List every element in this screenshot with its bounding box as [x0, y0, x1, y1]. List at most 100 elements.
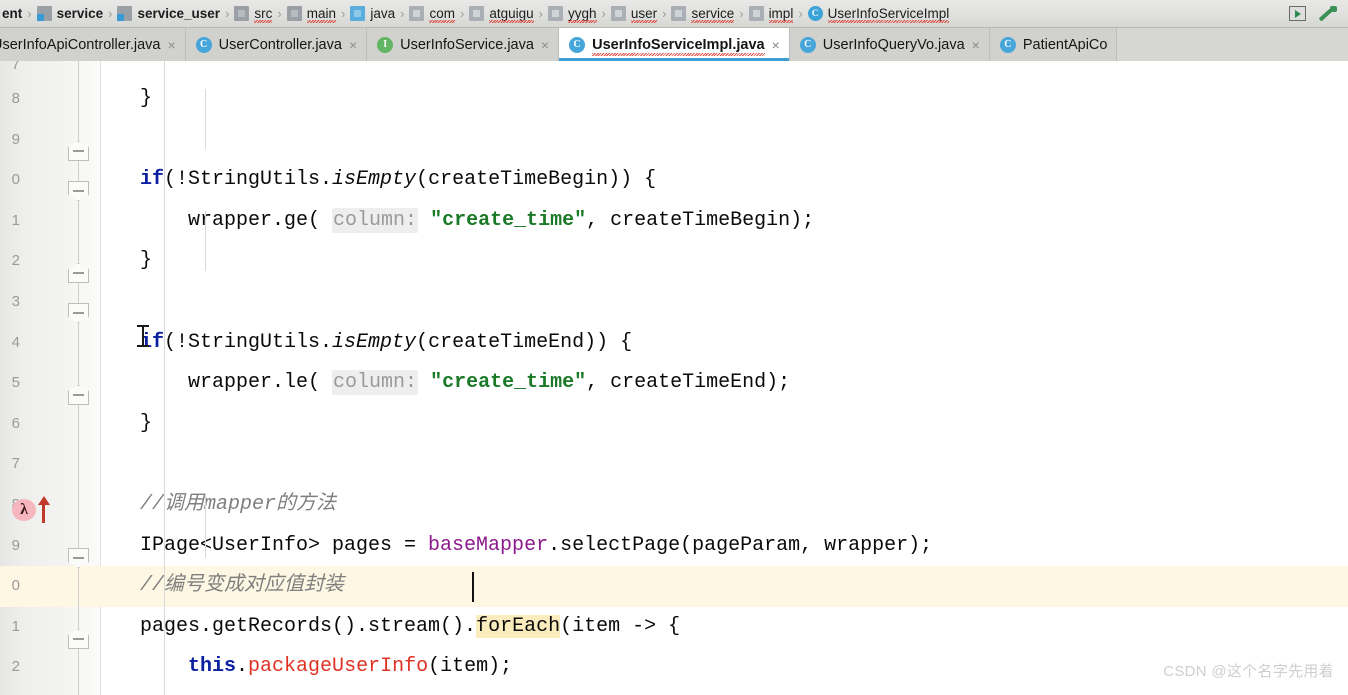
- code-line[interactable]: 5 wrapper.le( column: "create_time", cre…: [0, 363, 1348, 404]
- breadcrumb-item-service[interactable]: service: [669, 0, 736, 27]
- breadcrumb-item-user[interactable]: user: [609, 0, 659, 27]
- package-icon: [671, 6, 687, 21]
- idea-editor-window: ent › service › service_user › src › main › java › c…: [0, 0, 1348, 695]
- breadcrumb-separator: ›: [225, 6, 230, 21]
- code-line[interactable]: 7 wrapper.eq( column: "auth_status", aut…: [0, 61, 1348, 79]
- line-number: 0: [11, 577, 20, 595]
- breadcrumb-item-label: service: [56, 6, 104, 21]
- line-number: 2: [11, 658, 20, 676]
- line-number: 3: [0, 688, 20, 695]
- class-icon: C: [807, 6, 823, 21]
- editor-tab-userinfoqueryvo[interactable]: C UserInfoQueryVo.java ×: [789, 28, 990, 61]
- code-line[interactable]: 3});: [0, 688, 1348, 695]
- line-number: 7: [11, 61, 20, 73]
- breadcrumb-item-com[interactable]: com: [407, 0, 457, 27]
- editor-tab-label: UserInfoQueryVo.java: [822, 36, 965, 53]
- editor-tab-userinfoapicontroller[interactable]: UserInfoApiController.java ×: [0, 28, 186, 61]
- fold-toggle-icon[interactable]: [68, 303, 89, 323]
- breadcrumb: ent › service › service_user › src › main › java › c…: [0, 0, 1348, 28]
- code-line[interactable]: 9: [0, 120, 1348, 161]
- code-line[interactable]: 8}: [0, 79, 1348, 120]
- line-number: 8: [11, 90, 20, 107]
- code-line[interactable]: 0 //编号变成对应值封装: [0, 566, 1348, 607]
- close-icon[interactable]: ×: [772, 38, 780, 52]
- code-line[interactable]: 0 if(!StringUtils.isEmpty(createTimeBegin…: [0, 160, 1348, 201]
- implementation-arrow-icon: [38, 496, 50, 524]
- module-icon: [36, 6, 52, 21]
- line-number: 4: [11, 333, 20, 351]
- breadcrumb-item-service[interactable]: service: [35, 0, 106, 27]
- breadcrumb-separator: ›: [601, 6, 606, 21]
- run-icon[interactable]: [1289, 6, 1306, 21]
- fold-toggle-icon[interactable]: [68, 629, 89, 649]
- breadcrumb-separator: ›: [538, 6, 543, 21]
- breadcrumb-separator: ›: [341, 6, 346, 21]
- breadcrumb-item-main[interactable]: main: [285, 0, 338, 27]
- breadcrumb-item-impl[interactable]: impl: [747, 0, 796, 27]
- editor-tab-userinfoserviceimpl[interactable]: C UserInfoServiceImpl.java ×: [559, 28, 790, 61]
- code-editor[interactable]: 7 wrapper.eq( column: "auth_status", aut…: [0, 61, 1348, 695]
- editor-tab-patientapico[interactable]: C PatientApiCo: [989, 28, 1118, 61]
- code-line[interactable]: 2}: [0, 241, 1348, 282]
- editor-tab-userinfoservice[interactable]: I UserInfoService.java ×: [367, 28, 560, 61]
- code-text: wrapper.ge( column: "create_time", creat…: [140, 207, 815, 233]
- class-icon: C: [799, 36, 816, 53]
- code-line[interactable]: 2 this.packageUserInfo(item);: [0, 647, 1348, 688]
- code-text: if(!StringUtils.isEmpty(createTimeBegin)…: [140, 168, 657, 192]
- editor-tab-label: UserInfoApiController.java: [0, 36, 161, 53]
- code-line[interactable]: 9 IPage<UserInfo> pages = baseMapper.sele…: [0, 526, 1348, 567]
- breadcrumb-item-label: impl: [768, 6, 794, 23]
- breadcrumb-separator: ›: [400, 6, 405, 21]
- breadcrumb-actions: [1289, 5, 1348, 23]
- close-icon[interactable]: ×: [349, 38, 357, 52]
- code-line[interactable]: 1 pages.getRecords().stream().forEach(ite…: [0, 607, 1348, 648]
- line-number: 2: [11, 252, 20, 270]
- code-text: //编号变成对应值封装: [140, 574, 345, 598]
- lambda-icon[interactable]: λ: [12, 495, 58, 525]
- package-icon: [610, 6, 626, 21]
- code-text: }: [140, 249, 153, 273]
- fold-toggle-icon[interactable]: [68, 181, 89, 201]
- editor-tab-label: UserInfoServiceImpl.java: [592, 36, 766, 56]
- code-line[interactable]: 8//调用mapper的方法: [0, 485, 1348, 526]
- breadcrumb-separator: ›: [739, 6, 744, 21]
- fold-toggle-icon[interactable]: [68, 141, 89, 161]
- breadcrumb-item-label: yygh: [567, 6, 597, 23]
- package-icon: [748, 6, 764, 21]
- breadcrumb-item-userinfoserviceimpl[interactable]: C UserInfoServiceImpl: [806, 0, 952, 27]
- package-icon: [469, 6, 485, 21]
- editor-tab-bar: UserInfoApiController.java × C UserControll…: [0, 28, 1348, 61]
- close-icon[interactable]: ×: [972, 38, 980, 52]
- fold-toggle-icon[interactable]: [68, 548, 89, 568]
- module-icon: [117, 6, 133, 21]
- code-text: }: [140, 87, 153, 110]
- source-folder-icon: [350, 6, 366, 21]
- breadcrumb-item-label: src: [254, 6, 273, 23]
- fold-toggle-icon[interactable]: [68, 263, 89, 283]
- code-line[interactable]: 6}: [0, 404, 1348, 445]
- breadcrumb-item-java[interactable]: java: [348, 0, 397, 27]
- breadcrumb-item-service-user[interactable]: service_user: [115, 0, 222, 27]
- breadcrumb-separator: ›: [277, 6, 282, 21]
- code-line[interactable]: 3: [0, 282, 1348, 323]
- breadcrumb-separator: ›: [662, 6, 667, 21]
- breadcrumb-item-src[interactable]: src: [232, 0, 274, 27]
- breadcrumb-item-label: com: [429, 6, 455, 23]
- editor-tab-usercontroller[interactable]: C UserController.java ×: [185, 28, 368, 61]
- code-line[interactable]: 1 wrapper.ge( column: "create_time", cre…: [0, 201, 1348, 242]
- code-text: IPage<UserInfo> pages = baseMapper.selec…: [140, 533, 933, 557]
- code-line[interactable]: 7: [0, 444, 1348, 485]
- fold-toggle-icon[interactable]: [68, 385, 89, 405]
- close-icon[interactable]: ×: [541, 38, 549, 52]
- indent-guide: [164, 61, 165, 695]
- package-icon: [547, 6, 563, 21]
- build-wrench-icon[interactable]: [1318, 5, 1338, 23]
- close-icon[interactable]: ×: [167, 38, 175, 52]
- breadcrumb-item-ent[interactable]: ent: [0, 0, 24, 27]
- csdn-watermark: CSDN @这个名字先用着: [1163, 663, 1334, 680]
- code-line[interactable]: 4 if(!StringUtils.isEmpty(createTimeEnd))…: [0, 323, 1348, 364]
- interface-icon: I: [377, 36, 394, 53]
- breadcrumb-item-yygh[interactable]: yygh: [546, 0, 599, 27]
- code-lines: 7 wrapper.eq( column: "auth_status", aut…: [0, 61, 1348, 695]
- breadcrumb-item-atguigu[interactable]: atguigu: [467, 0, 535, 27]
